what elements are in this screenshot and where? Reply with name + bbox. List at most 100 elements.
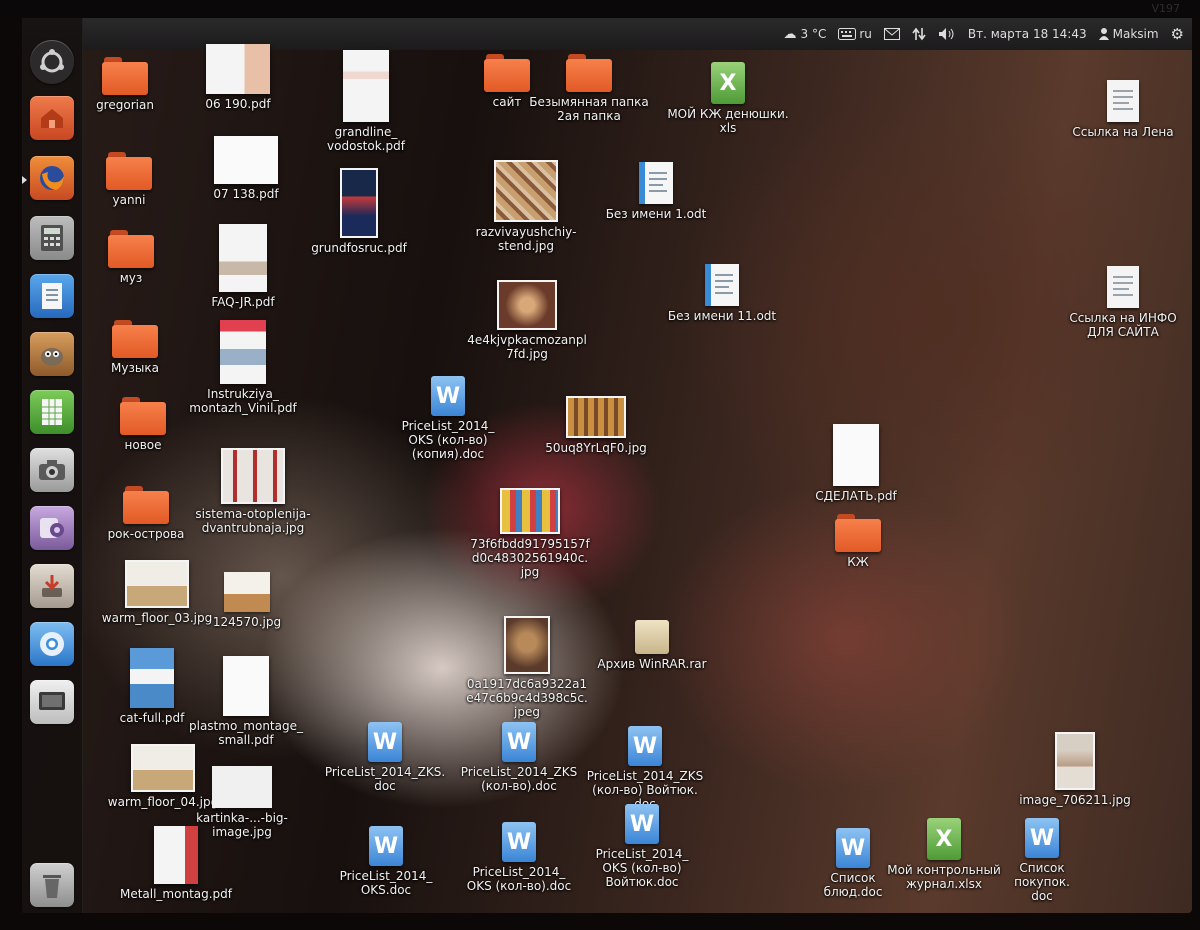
calculator-launcher[interactable] — [30, 216, 74, 260]
file-pricelist-zks-voityuk-doc[interactable]: W PriceList_2014_ZKS (кол-во) Войтюк. do… — [582, 726, 708, 811]
calc-launcher[interactable] — [30, 390, 74, 434]
file-pricelist-oks-kolvo-doc[interactable]: W PriceList_2014_ OKS (кол-во).doc — [460, 822, 578, 893]
installer-launcher[interactable] — [30, 564, 74, 608]
folder-yanni[interactable]: yanni — [96, 150, 162, 207]
weather-temp: 3 °C — [800, 27, 827, 41]
user-indicator[interactable]: Maksim — [1098, 27, 1159, 41]
keyboard-icon — [838, 28, 857, 40]
folder-label: новое — [124, 438, 162, 452]
folder-muzyka[interactable]: Музыка — [100, 318, 170, 375]
file-arhiv-winrar-rar[interactable]: Архив WinRAR.rar — [592, 620, 712, 671]
chromium-icon — [40, 632, 64, 656]
folder-icon — [835, 512, 881, 552]
file-warm-floor-03-jpg[interactable]: warm_floor_03.jpg — [102, 560, 212, 625]
file-grandline-pdf[interactable]: grandline_ vodostok.pdf — [316, 50, 416, 153]
running-indicator — [22, 176, 27, 184]
file-06-190-pdf[interactable]: 06 190.pdf — [196, 44, 280, 111]
folder-rok-ostrova[interactable]: рок-острова — [104, 484, 188, 541]
file-pricelist-oks-kopiya-doc[interactable]: W PriceList_2014_ OKS (кол-во) (копия).d… — [392, 376, 504, 461]
folder-muz[interactable]: муз — [98, 228, 164, 285]
file-ssylka-na-lena[interactable]: Ссылка на Лена — [1068, 80, 1178, 139]
firefox-launcher[interactable] — [30, 156, 74, 200]
camera-launcher[interactable] — [30, 448, 74, 492]
file-metall-montag-pdf[interactable]: Metall_montag.pdf — [116, 826, 236, 901]
file-124570-jpg[interactable]: 124570.jpg — [213, 572, 281, 629]
session-menu[interactable]: ⚙ — [1171, 25, 1184, 43]
folder-label: муз — [119, 271, 143, 285]
excel-document-icon: X — [927, 818, 961, 860]
file-grundfosruc-pdf[interactable]: grundfosruc.pdf — [304, 168, 414, 255]
file-pricelist-zks-doc[interactable]: W PriceList_2014_ZKS. doc — [325, 722, 445, 793]
installer-icon — [42, 575, 62, 597]
folder-novoe[interactable]: новое — [110, 395, 176, 452]
messaging-indicator[interactable] — [883, 28, 900, 40]
link-document-icon — [1107, 266, 1139, 308]
file-razvivayushchiy-stend-jpg[interactable]: razvivayushchiy- stend.jpg — [466, 160, 586, 253]
camera-icon — [39, 460, 65, 480]
file-moi-kzh-xls[interactable]: X МОЙ КЖ денюшки. xls — [660, 62, 796, 135]
pdf-thumbnail-icon — [833, 424, 879, 486]
image-thumbnail-icon — [1055, 732, 1095, 790]
file-50uq8yrlqf0-jpg[interactable]: 50uq8YrLqF0.jpg — [540, 396, 652, 455]
file-bez-imeni-11-odt[interactable]: Без имени 11.odt — [662, 264, 782, 323]
file-label: PriceList_2014_ OKS (кол-во) (копия).doc — [401, 419, 495, 461]
chromium-launcher[interactable] — [30, 622, 74, 666]
file-label: PriceList_2014_ OKS (кол-во).doc — [466, 865, 572, 893]
dash-button[interactable] — [30, 40, 74, 84]
writer-icon — [42, 283, 62, 309]
file-pricelist-oks-voityuk-doc[interactable]: W PriceList_2014_ OKS (кол-во) Войтюк.do… — [586, 804, 698, 889]
file-sistema-otoplenija-jpg[interactable]: sistema-otoplenija- dvantrubnaja.jpg — [190, 448, 316, 535]
file-label: Список покупок. doc — [1014, 861, 1070, 903]
link-document-icon — [1107, 80, 1139, 122]
keyboard-indicator[interactable]: ru — [838, 27, 872, 41]
file-pricelist-zks-kolvo-doc[interactable]: W PriceList_2014_ZKS (кол-во).doc — [458, 722, 580, 793]
folder-label: gregorian — [96, 98, 154, 112]
image-thumbnail-icon — [566, 396, 626, 438]
pdf-thumbnail-icon — [343, 50, 389, 122]
file-label: 0a1917dc6a9322a1 e47c6b9c4d398c5c. jpeg — [466, 677, 588, 719]
sound-indicator[interactable] — [938, 27, 956, 41]
excel-document-icon: X — [711, 62, 745, 104]
file-07-138-pdf[interactable]: 07 138.pdf — [204, 136, 288, 201]
file-faq-jr-pdf[interactable]: FAQ-JR.pdf — [198, 224, 288, 309]
writer-launcher[interactable] — [30, 274, 74, 318]
file-0a1917dc-jpeg[interactable]: 0a1917dc6a9322a1 e47c6b9c4d398c5c. jpeg — [462, 616, 592, 719]
file-ssylka-na-info[interactable]: Ссылка на ИНФО ДЛЯ САЙТА — [1064, 266, 1182, 339]
file-image-706211-jpg[interactable]: image_706211.jpg — [1018, 732, 1132, 807]
file-kontrolnyi-zhurnal-xlsx[interactable]: X Мой контрольный журнал.xlsx — [884, 818, 1004, 891]
file-bez-imeni-1-odt[interactable]: Без имени 1.odt — [598, 162, 714, 221]
file-4e4kjvpkacmozanpl-jpg[interactable]: 4e4kjvpkacmozanpl 7fd.jpg — [462, 280, 592, 361]
image-thumbnail-icon — [131, 744, 195, 792]
file-label: Без имени 1.odt — [605, 207, 707, 221]
gimp-launcher[interactable] — [30, 332, 74, 376]
webcam-launcher[interactable] — [30, 506, 74, 550]
word-document-icon: W — [502, 822, 536, 862]
file-spisok-pokupok-doc[interactable]: W Список покупок. doc — [990, 818, 1094, 903]
file-cat-full-pdf[interactable]: cat-full.pdf — [112, 648, 192, 725]
file-sdelat-pdf[interactable]: СДЕЛАТЬ.pdf — [806, 424, 906, 503]
webcam-icon — [40, 518, 64, 538]
file-pricelist-oks-doc[interactable]: W PriceList_2014_ OKS.doc — [330, 826, 442, 897]
trash-launcher[interactable] — [30, 863, 74, 907]
screen-launcher[interactable] — [30, 680, 74, 724]
user-icon — [1098, 28, 1109, 40]
file-plastmo-montage-pdf[interactable]: plastmo_montage_ small.pdf — [186, 656, 306, 747]
folder-bezymyannaya[interactable]: Безымянная папка 2ая папка — [528, 52, 650, 123]
calculator-icon — [41, 225, 63, 251]
clock-indicator[interactable]: Вт. марта 18 14:43 — [968, 27, 1087, 41]
pdf-thumbnail-icon — [214, 136, 278, 184]
odt-document-icon — [639, 162, 673, 204]
file-73f6fbdd-jpg[interactable]: 73f6fbdd91795157f d0c48302561940c. jpg — [466, 488, 594, 579]
word-document-icon: W — [836, 828, 870, 868]
weather-indicator[interactable]: ☁ 3 °C — [784, 27, 827, 42]
home-folder-launcher[interactable] — [30, 96, 74, 140]
folder-kzh[interactable]: КЖ — [826, 512, 890, 569]
word-document-icon: W — [431, 376, 465, 416]
file-label: PriceList_2014_ZKS (кол-во).doc — [460, 765, 578, 793]
network-indicator[interactable] — [912, 27, 926, 41]
file-label: Без имени 11.odt — [667, 309, 777, 323]
file-label: 73f6fbdd91795157f d0c48302561940c. jpg — [470, 537, 590, 579]
folder-gregorian[interactable]: gregorian — [90, 55, 160, 112]
file-instrukziya-pdf[interactable]: Instrukziya_ montazh_Vinil.pdf — [178, 320, 308, 415]
archive-icon — [635, 620, 669, 654]
